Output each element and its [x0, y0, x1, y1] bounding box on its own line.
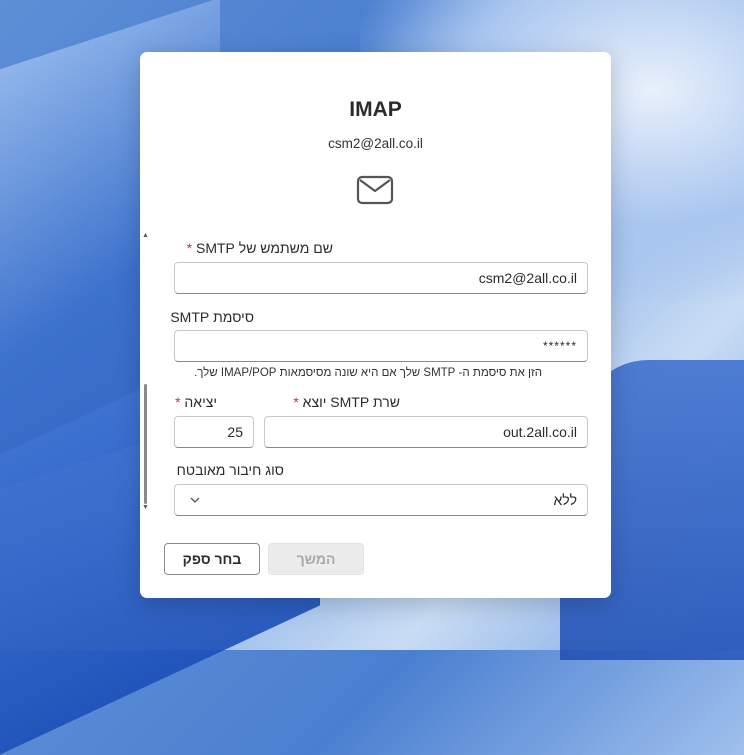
port-input[interactable]: 25 — [174, 416, 254, 448]
required-mark: * — [293, 394, 299, 410]
secure-connection-select[interactable]: ללא — [174, 484, 588, 516]
secure-connection-label: סוג חיבור מאובטח — [176, 462, 284, 478]
scroll-down-arrow-icon[interactable]: ▼ — [142, 504, 149, 511]
outgoing-server-input[interactable]: out.2all.co.il — [264, 416, 588, 448]
smtp-password-label: סיסמת SMTP — [170, 309, 254, 325]
choose-provider-button[interactable]: בחר ספק — [164, 543, 260, 575]
form-scrollbar[interactable]: ▲ ▼ — [142, 232, 150, 514]
continue-button[interactable]: המשך — [268, 543, 364, 575]
smtp-username-label: שם משתמש של SMTP * — [186, 240, 333, 256]
chevron-down-icon — [190, 497, 200, 503]
required-mark: * — [186, 240, 193, 256]
account-email: csm2@2all.co.il — [328, 136, 423, 151]
envelope-icon — [356, 175, 394, 205]
scrollbar-thumb[interactable] — [144, 384, 147, 504]
smtp-password-input[interactable]: ****** — [174, 330, 588, 362]
secure-connection-value: ללא — [553, 492, 578, 508]
outgoing-server-label: שרת SMTP יוצא * — [293, 394, 400, 410]
required-mark: * — [175, 394, 181, 410]
dialog-title: IMAP — [349, 98, 402, 121]
imap-dialog: IMAP csm2@2all.co.il ▲ ▼ שם משתמש של SMT… — [140, 52, 611, 598]
scroll-up-arrow-icon[interactable]: ▲ — [142, 232, 149, 239]
smtp-username-input[interactable]: csm2@2all.co.il — [174, 262, 588, 294]
port-label: יציאה * — [175, 394, 217, 410]
smtp-password-hint: הזן את סיסמת ה- SMTP שלך אם היא שונה מסי… — [194, 367, 542, 379]
